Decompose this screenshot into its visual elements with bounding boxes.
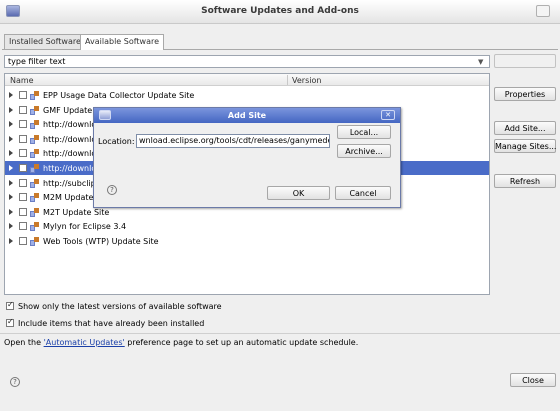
- expand-arrow-icon[interactable]: [9, 121, 13, 128]
- update-site-icon: [30, 164, 39, 173]
- expand-arrow-icon[interactable]: [9, 165, 13, 171]
- info-suffix: preference page to set up an automatic u…: [124, 338, 359, 347]
- update-site-icon: [30, 193, 39, 203]
- row-checkbox[interactable]: [19, 207, 27, 216]
- location-label: Location:: [98, 137, 135, 146]
- update-site-icon: [30, 237, 39, 246]
- update-site-icon: [30, 105, 39, 115]
- expand-arrow-icon[interactable]: [9, 106, 13, 113]
- column-header-version[interactable]: Version: [292, 76, 321, 85]
- expand-arrow-icon[interactable]: [9, 238, 13, 244]
- close-button[interactable]: Close: [510, 373, 556, 387]
- row-label: http://downlo: [43, 149, 97, 159]
- filter-dropdown-icon[interactable]: ▼: [478, 58, 483, 66]
- refresh-button[interactable]: Refresh: [494, 174, 556, 188]
- row-checkbox[interactable]: [19, 149, 27, 158]
- dialog-titlebar: Add Site ✕: [94, 108, 400, 123]
- row-label: http://subclip: [43, 178, 96, 188]
- latest-versions-label: Show only the latest versions of availab…: [18, 302, 222, 311]
- row-checkbox[interactable]: [19, 120, 27, 129]
- row-label: Mylyn for Eclipse 3.4: [43, 222, 127, 232]
- column-header-name[interactable]: Name: [10, 76, 34, 85]
- dialog-title: Add Site: [227, 111, 267, 120]
- window-title: Software Updates and Add-ons: [201, 6, 359, 16]
- update-site-icon: [30, 222, 39, 232]
- automatic-updates-link[interactable]: 'Automatic Updates': [44, 338, 125, 347]
- update-site-icon: [30, 178, 39, 188]
- row-label: GMF Update S: [43, 105, 100, 115]
- row-label: http://downlo: [43, 164, 97, 173]
- dialog-help-icon[interactable]: ?: [107, 185, 117, 195]
- add-site-button[interactable]: Add Site...: [494, 121, 556, 135]
- filter-input[interactable]: type filter text: [4, 55, 490, 68]
- expand-arrow-icon[interactable]: [9, 208, 13, 215]
- include-installed-checkbox[interactable]: [6, 317, 14, 327]
- row-label: http://downlo: [43, 120, 97, 130]
- expand-arrow-icon[interactable]: [9, 179, 13, 186]
- row-checkbox[interactable]: [19, 193, 27, 202]
- row-label: M2M Update: [43, 193, 94, 203]
- table-header: Name Version: [5, 74, 489, 86]
- expand-arrow-icon[interactable]: [9, 194, 13, 201]
- update-site-icon: [30, 149, 39, 159]
- update-site-icon: [30, 91, 39, 100]
- automatic-updates-info: Open the 'Automatic Updates' preference …: [4, 338, 358, 347]
- latest-versions-option[interactable]: Show only the latest versions of availab…: [6, 300, 222, 311]
- latest-versions-checkbox[interactable]: [6, 300, 14, 310]
- install-button[interactable]: [494, 54, 556, 68]
- update-site-icon: [30, 134, 39, 144]
- row-label: Web Tools (WTP) Update Site: [43, 237, 159, 246]
- expand-arrow-icon[interactable]: [9, 223, 13, 230]
- row-checkbox[interactable]: [19, 134, 27, 143]
- help-icon[interactable]: ?: [10, 377, 20, 387]
- row-checkbox[interactable]: [19, 237, 27, 245]
- table-row[interactable]: Web Tools (WTP) Update Site: [5, 234, 489, 248]
- include-installed-option[interactable]: Include items that have already been ins…: [6, 317, 205, 328]
- row-checkbox[interactable]: [19, 222, 27, 231]
- table-row[interactable]: EPP Usage Data Collector Update Site: [5, 88, 489, 102]
- location-input[interactable]: wnload.eclipse.org/tools/cdt/releases/ga…: [136, 134, 330, 148]
- row-label: http://downlo: [43, 134, 97, 144]
- row-checkbox[interactable]: [19, 178, 27, 187]
- expand-arrow-icon[interactable]: [9, 150, 13, 157]
- add-site-dialog: Add Site ✕ Location: wnload.eclipse.org/…: [93, 107, 401, 208]
- cancel-button[interactable]: Cancel: [335, 186, 391, 200]
- row-checkbox[interactable]: [19, 105, 27, 114]
- row-checkbox[interactable]: [19, 164, 27, 172]
- row-label: M2T Update Site: [43, 207, 110, 217]
- archive-button[interactable]: Archive...: [337, 144, 391, 158]
- dialog-close-icon[interactable]: ✕: [381, 110, 395, 120]
- expand-arrow-icon[interactable]: [9, 92, 13, 98]
- tab-available-software[interactable]: Available Software: [80, 34, 165, 50]
- update-site-icon: [30, 207, 39, 217]
- expand-arrow-icon[interactable]: [9, 135, 13, 142]
- properties-button[interactable]: Properties: [494, 87, 556, 101]
- local-button[interactable]: Local...: [337, 125, 391, 139]
- manage-sites-button[interactable]: Manage Sites...: [494, 139, 556, 153]
- row-label: EPP Usage Data Collector Update Site: [43, 91, 195, 100]
- table-row[interactable]: Mylyn for Eclipse 3.4: [5, 219, 489, 233]
- update-site-icon: [30, 120, 39, 130]
- window-close-button[interactable]: [536, 5, 550, 17]
- column-separator: [287, 75, 288, 85]
- info-prefix: Open the: [4, 338, 44, 347]
- include-installed-label: Include items that have already been ins…: [18, 319, 205, 328]
- window-titlebar: Software Updates and Add-ons: [0, 0, 560, 24]
- row-checkbox[interactable]: [19, 91, 27, 99]
- divider: [0, 333, 560, 334]
- tab-installed-software[interactable]: Installed Software: [4, 34, 86, 49]
- ok-button[interactable]: OK: [267, 186, 330, 200]
